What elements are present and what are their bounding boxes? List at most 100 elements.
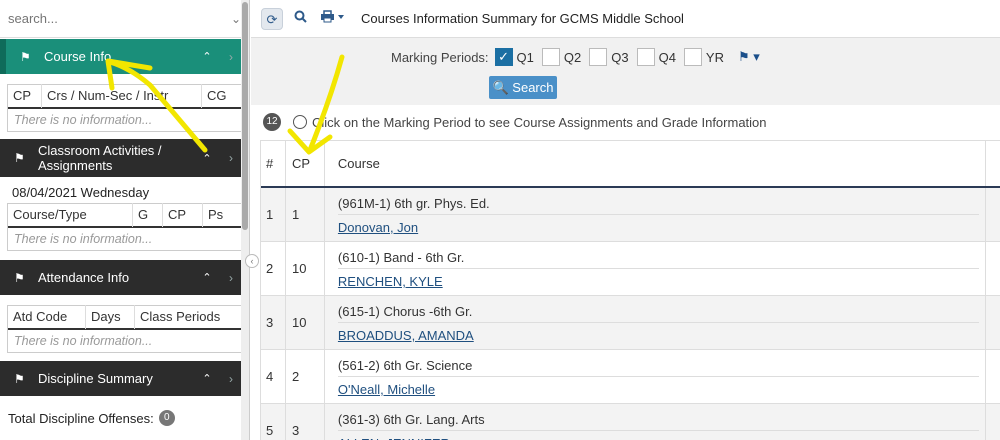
- toolbar: ⟳ Courses Information Summary for GCMS M…: [251, 0, 1000, 38]
- discipline-count-badge: 0: [158, 410, 175, 426]
- courses-table: # CP Course 1 1 (961M-1) 6th gr. Phys. Ed.…: [260, 140, 1000, 440]
- discipline-summary-header[interactable]: ⚑ Discipline Summary ⌃ ›: [0, 361, 242, 396]
- teacher-link[interactable]: BROADDUS, AMANDA: [338, 323, 985, 343]
- col-ps: Ps: [208, 207, 224, 222]
- tag-icon: ⚑: [14, 151, 25, 165]
- table-row[interactable]: 1 1 (961M-1) 6th gr. Phys. Ed. Donovan, Jon: [261, 188, 1000, 242]
- cell-course: (361-3) 6th Gr. Lang. ArtsALLEN, JENNIFE…: [325, 404, 987, 440]
- cell-extra: [986, 350, 1000, 404]
- col-g: G: [133, 203, 163, 227]
- header-cp[interactable]: CP: [286, 141, 325, 186]
- label-yr: YR: [705, 49, 724, 65]
- chevron-right-icon[interactable]: ›: [220, 271, 242, 285]
- cell-course: (561-2) 6th Gr. Science O'Neall, Michelle: [325, 350, 987, 404]
- col-course-type: Course/Type: [8, 203, 133, 227]
- table-body: 1 1 (961M-1) 6th gr. Phys. Ed. Donovan, Jon…: [261, 188, 1000, 440]
- empty-message: There is no information...: [14, 232, 153, 246]
- collapse-up-icon[interactable]: ⌃: [194, 372, 220, 385]
- search-icon[interactable]: [289, 8, 311, 30]
- course-name: (961M-1) 6th gr. Phys. Ed.: [337, 188, 980, 215]
- cell-cp: 2: [286, 350, 325, 404]
- empty-message: There is no information...: [14, 113, 153, 127]
- table-header: Atd Code Days Class Periods: [8, 305, 241, 330]
- teacher-link[interactable]: RENCHEN, KYLE: [338, 269, 985, 289]
- collapse-up-icon[interactable]: ⌃: [194, 271, 220, 284]
- tag-icon: ⚑: [14, 371, 25, 386]
- course-name: (361-3) 6th Gr. Lang. Arts: [337, 404, 980, 431]
- classroom-activities-title: Classroom Activities / Assignments: [38, 143, 162, 173]
- checkbox-yr[interactable]: [683, 48, 702, 66]
- cell-cp: 10: [286, 296, 325, 350]
- header-extra: [986, 141, 1000, 186]
- marking-period-filter: Marking Periods: ✓ Q1 Q2 Q3 Q4 YR ⚑ ▾ 🔍 S…: [251, 38, 1000, 105]
- chevron-right-icon[interactable]: ›: [220, 151, 242, 165]
- cell-num: 3: [261, 296, 286, 350]
- teacher-link[interactable]: O'Neall, Michelle: [338, 377, 985, 397]
- teacher-link[interactable]: Donovan, Jon: [338, 215, 985, 235]
- checkbox-q2[interactable]: [541, 48, 560, 66]
- table-header: CP Crs / Num-Sec / Instr CG: [8, 84, 241, 109]
- checkbox-q1[interactable]: ✓: [494, 48, 513, 66]
- chevron-right-icon[interactable]: ›: [220, 50, 242, 64]
- chevron-right-icon[interactable]: ›: [220, 372, 242, 386]
- attendance-info-header[interactable]: ⚑ Attendance Info ⌃ ›: [0, 260, 242, 295]
- col-cp: CP: [8, 84, 42, 108]
- table-header: Course/Type G CP Ps: [8, 203, 241, 228]
- cell-course: (610-1) Band - 6th Gr. RENCHEN, KYLE: [325, 242, 987, 296]
- flag-dropdown-icon[interactable]: ⚑ ▾: [738, 49, 760, 65]
- course-name: (561-2) 6th Gr. Science: [337, 350, 980, 377]
- marking-periods-label: Marking Periods:: [391, 49, 489, 65]
- cell-num: 5: [261, 404, 286, 440]
- course-info-header[interactable]: ⚑ Course Info ⌃ ›: [0, 39, 242, 74]
- sidebar: ⌄ ⚑ Course Info ⌃ › CP Crs / Num-Sec / I…: [0, 0, 250, 440]
- print-icon[interactable]: [317, 8, 349, 30]
- info-circle-icon: [293, 115, 307, 129]
- table-row[interactable]: 53(361-3) 6th Gr. Lang. ArtsALLEN, JENNI…: [261, 404, 1000, 440]
- sidebar-scrollbar[interactable]: [241, 0, 249, 440]
- refresh-icon[interactable]: ⟳: [261, 7, 283, 30]
- table-row[interactable]: 2 10 (610-1) Band - 6th Gr. RENCHEN, KYLE: [261, 242, 1000, 296]
- double-chevron-down-icon[interactable]: ⌄: [231, 12, 241, 26]
- tag-icon: ⚑: [14, 270, 25, 285]
- table-row[interactable]: 4 2 (561-2) 6th Gr. Science O'Neall, Michel…: [261, 350, 1000, 404]
- table-row[interactable]: 3 10 (615-1) Chorus -6th Gr. BROADDUS, AMAN…: [261, 296, 1000, 350]
- info-text: Click on the Marking Period to see Cours…: [312, 114, 767, 130]
- label-q3: Q3: [611, 49, 629, 65]
- cell-cp: 10: [286, 242, 325, 296]
- collapse-up-icon[interactable]: ⌃: [194, 50, 220, 63]
- marking-periods-row: Marking Periods: ✓ Q1 Q2 Q3 Q4 YR ⚑ ▾: [391, 47, 760, 67]
- table-header-row: # CP Course: [261, 141, 1000, 188]
- discipline-summary-title: Discipline Summary: [38, 371, 153, 386]
- cell-cp: 1: [286, 188, 325, 242]
- checkbox-q3[interactable]: [589, 48, 608, 66]
- scrollbar-thumb[interactable]: [242, 2, 248, 230]
- teacher-link[interactable]: ALLEN, JENNIFER: [338, 431, 985, 440]
- app-root: ⌄ ⚑ Course Info ⌃ › CP Crs / Num-Sec / I…: [0, 0, 1000, 440]
- search-input[interactable]: [8, 11, 231, 26]
- attendance-info-title: Attendance Info: [38, 270, 130, 285]
- label-q4: Q4: [658, 49, 676, 65]
- cell-extra: [986, 404, 1000, 440]
- label-q2: Q2: [563, 49, 582, 65]
- empty-message: There is no information...: [14, 334, 153, 348]
- col-atd-code: Atd Code: [8, 305, 86, 329]
- header-num[interactable]: #: [261, 141, 286, 186]
- attendance-table: Atd Code Days Class Periods There is no …: [7, 305, 242, 353]
- classroom-activities-header[interactable]: ⚑ Classroom Activities / Assignments ⌃ ›: [0, 139, 242, 177]
- checkbox-q4[interactable]: [636, 48, 655, 66]
- header-course[interactable]: Course: [325, 141, 987, 186]
- cell-extra: [986, 242, 1000, 296]
- course-name: (610-1) Band - 6th Gr.: [337, 242, 980, 269]
- collapse-up-icon[interactable]: ⌃: [194, 152, 220, 165]
- label-q1: Q1: [516, 49, 534, 65]
- sidebar-search: ⌄: [0, 0, 249, 38]
- main-content: ⟳ Courses Information Summary for GCMS M…: [251, 0, 1000, 440]
- discipline-total-label: Total Discipline Offenses:: [8, 410, 154, 426]
- activities-table: Course/Type G CP Ps There is no informat…: [7, 203, 242, 251]
- activities-date: 08/04/2021 Wednesday: [12, 185, 150, 200]
- cell-cp: 3: [286, 404, 325, 440]
- search-button-label: Search: [512, 80, 554, 95]
- search-button[interactable]: 🔍 Search: [489, 76, 557, 99]
- col-days: Days: [86, 305, 135, 329]
- cell-course: (615-1) Chorus -6th Gr. BROADDUS, AMANDA: [325, 296, 987, 350]
